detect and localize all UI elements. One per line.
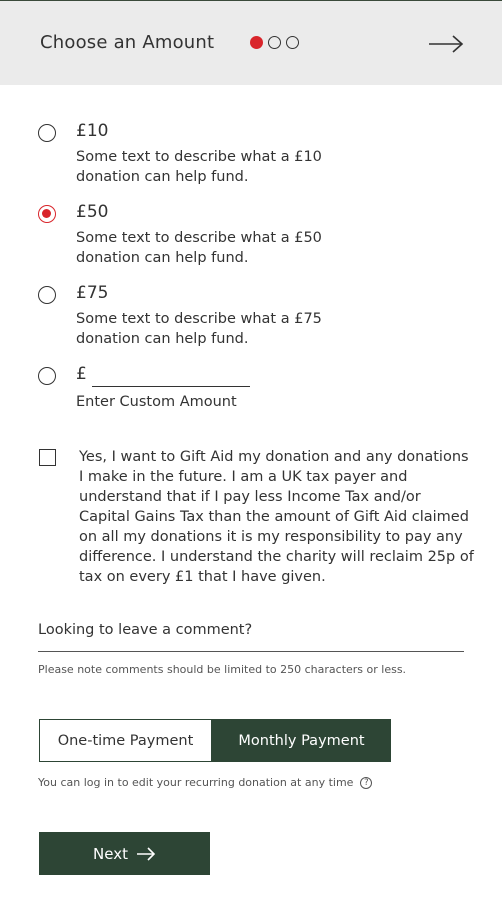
- step-dot-3: [286, 36, 299, 49]
- payment-frequency-toggle: One-time Payment Monthly Payment: [39, 719, 391, 762]
- custom-amount-label: Enter Custom Amount: [76, 394, 237, 410]
- comment-note: Please note comments should be limited t…: [38, 663, 407, 676]
- radio-custom[interactable]: [38, 367, 56, 385]
- amount-description: Some text to describe what a £50 donatio…: [76, 230, 322, 266]
- next-button-label: Next: [93, 844, 128, 863]
- amount-description: Some text to describe what a £10 donatio…: [76, 149, 322, 185]
- gift-aid-checkbox[interactable]: [39, 449, 56, 466]
- step-dot-2: [268, 36, 281, 49]
- recurring-note-text: You can log in to edit your recurring do…: [38, 776, 354, 789]
- amount-label: £50: [76, 202, 109, 222]
- next-button[interactable]: Next: [39, 832, 210, 875]
- amount-description: Some text to describe what a £75 donatio…: [76, 311, 322, 347]
- radio-75[interactable]: [38, 286, 56, 304]
- help-icon[interactable]: ?: [360, 776, 373, 789]
- amount-label: £10: [76, 121, 109, 141]
- amount-label: £75: [76, 283, 109, 303]
- step-dot-1: [250, 36, 263, 49]
- comment-input[interactable]: Looking to leave a comment?: [38, 622, 252, 638]
- gift-aid-text: Yes, I want to Gift Aid my donation and …: [79, 449, 474, 585]
- currency-symbol: £: [76, 364, 87, 384]
- step-indicator: [250, 36, 299, 49]
- header-bar: Choose an Amount: [0, 0, 502, 85]
- radio-50[interactable]: [38, 205, 56, 223]
- one-time-payment-button[interactable]: One-time Payment: [39, 719, 212, 762]
- page-title: Choose an Amount: [40, 32, 215, 53]
- arrow-right-icon[interactable]: [428, 33, 464, 55]
- arrow-right-icon: [136, 846, 156, 861]
- monthly-payment-button[interactable]: Monthly Payment: [212, 719, 391, 762]
- comment-underline: [38, 651, 464, 652]
- radio-10[interactable]: [38, 124, 56, 142]
- recurring-note: You can log in to edit your recurring do…: [38, 776, 373, 789]
- custom-amount-input[interactable]: [92, 386, 250, 387]
